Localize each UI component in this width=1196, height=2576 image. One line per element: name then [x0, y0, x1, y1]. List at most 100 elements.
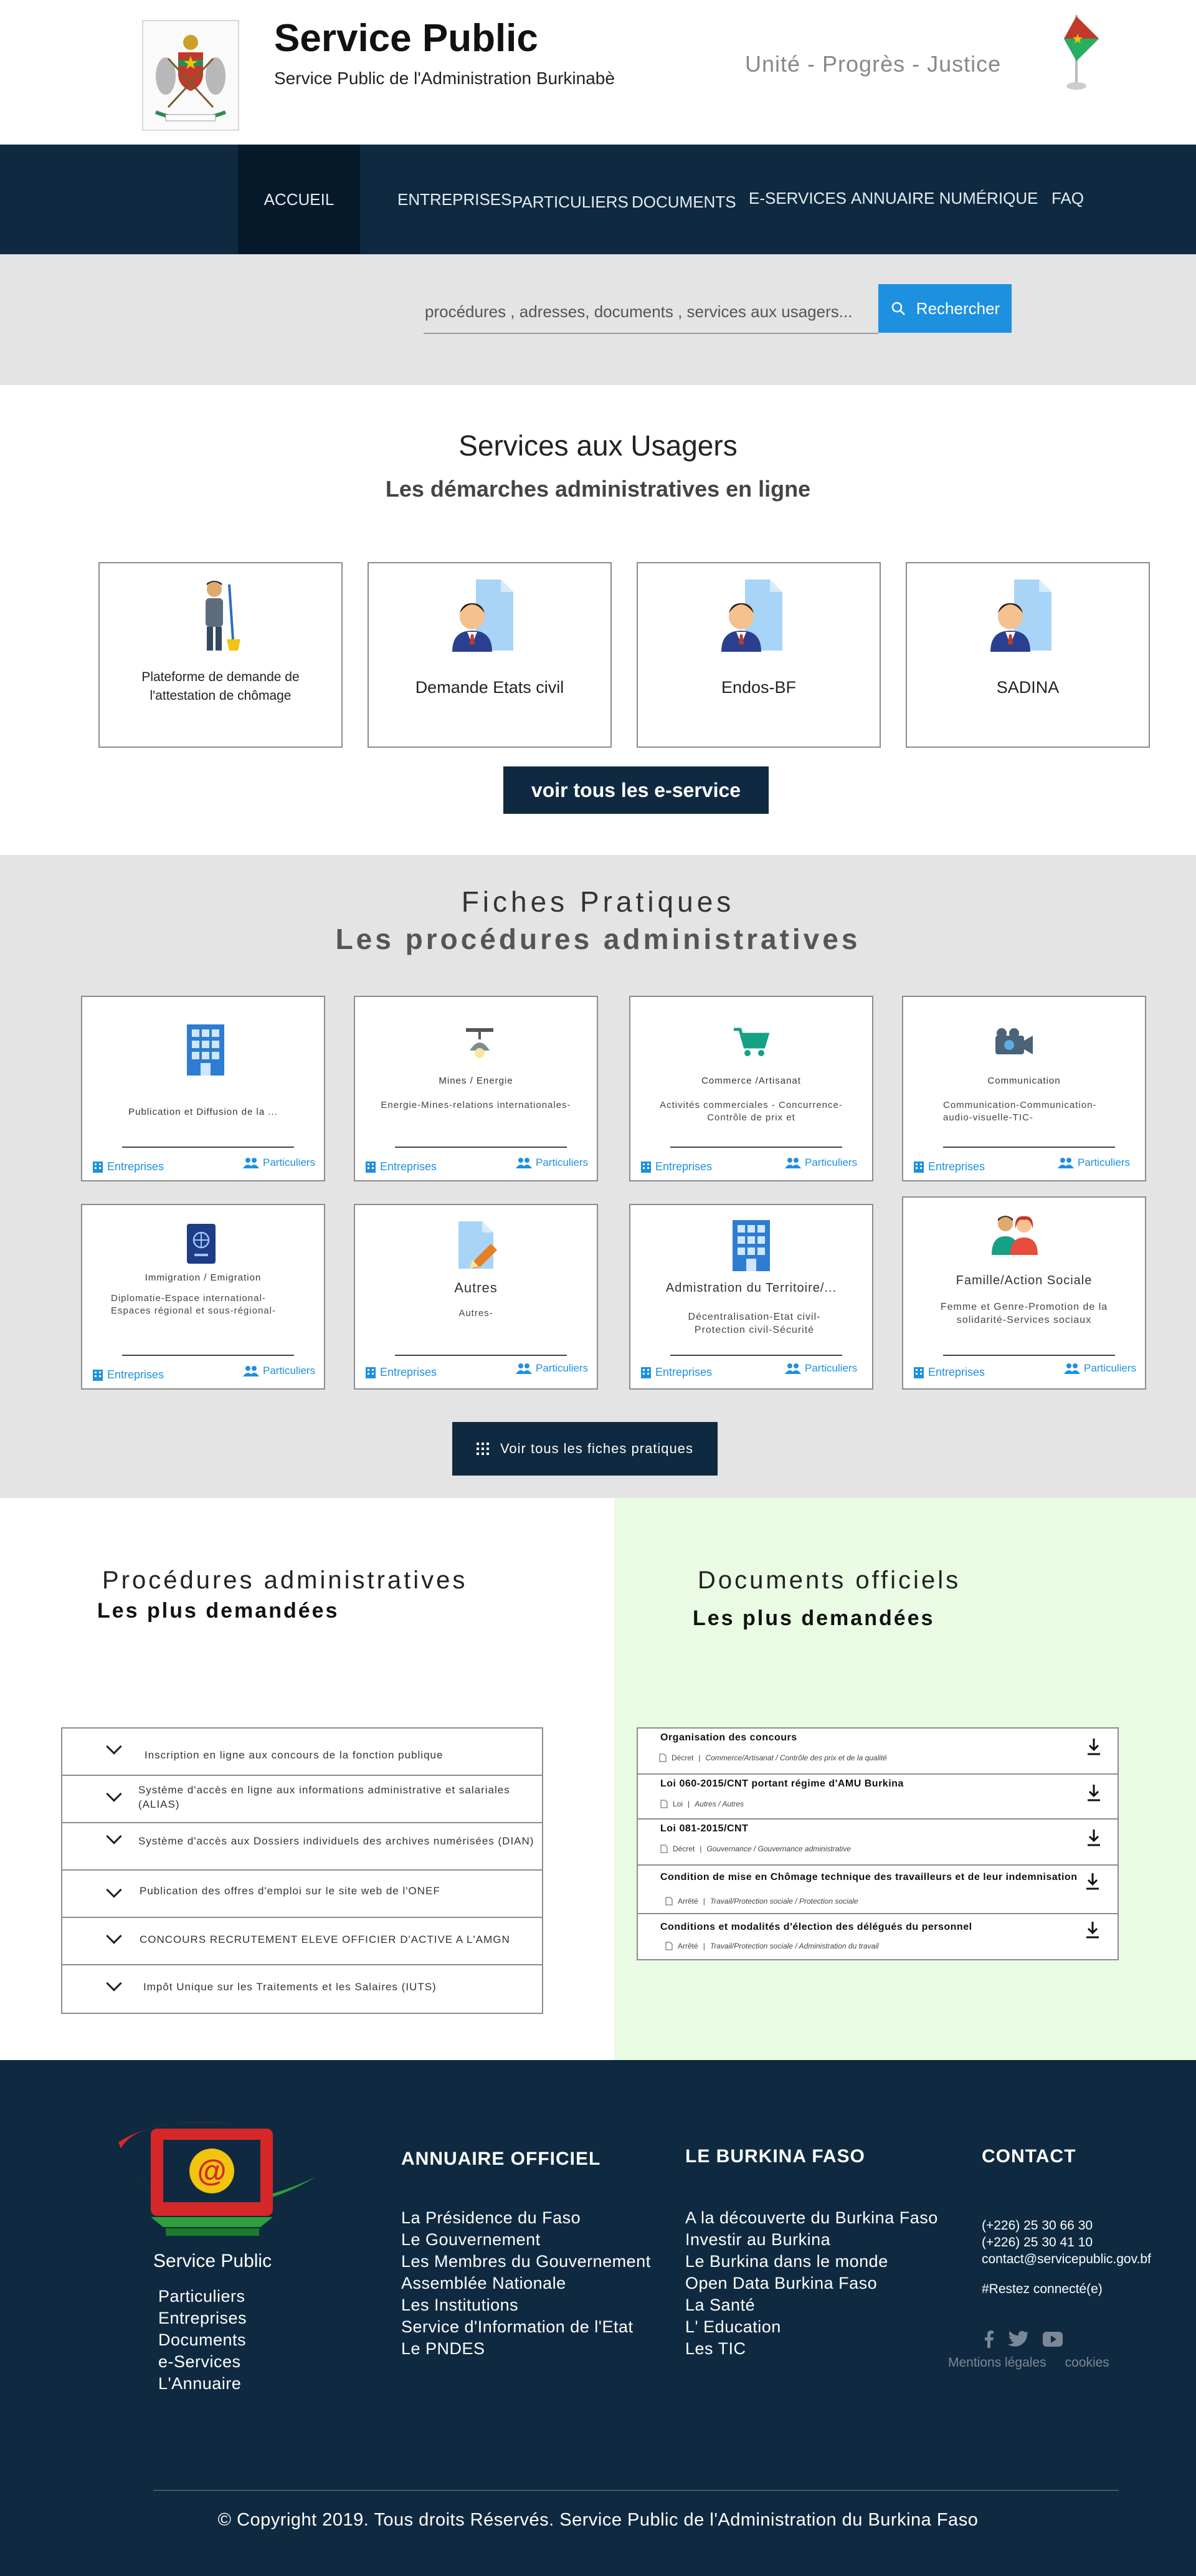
link-entreprises[interactable]: Entreprises: [92, 1160, 164, 1173]
search-button[interactable]: Rechercher: [878, 284, 1012, 333]
footer-link[interactable]: Entreprises: [158, 2307, 247, 2329]
document-item[interactable]: Organisation des concours Décret | Commerc…: [637, 1727, 1119, 1775]
footer-link[interactable]: Le PNDES: [401, 2338, 651, 2360]
users-icon: [1064, 1363, 1080, 1374]
nav-item-faq[interactable]: FAQ: [1051, 145, 1084, 254]
link-particuliers[interactable]: Particuliers: [1064, 1362, 1136, 1375]
footer-link[interactable]: Open Data Burkina Faso: [685, 2273, 938, 2294]
footer-link[interactable]: Les TIC: [685, 2338, 938, 2360]
fiches-title: Fiches Pratiques: [461, 885, 735, 918]
download-icon[interactable]: [1085, 1920, 1100, 1939]
footer-link[interactable]: Le Burkina dans le monde: [685, 2251, 938, 2273]
fiche-card-publication[interactable]: Publication et Diffusion de la ... Entre…: [81, 996, 325, 1181]
footer-link[interactable]: Assemblée Nationale: [401, 2273, 651, 2294]
footer-link[interactable]: Particuliers: [158, 2286, 247, 2307]
service-card-etats-civil[interactable]: Demande Etats civil: [368, 562, 612, 748]
footer-link[interactable]: L' Education: [685, 2316, 938, 2338]
document-type: Décret: [673, 1844, 695, 1853]
footer-link[interactable]: Les Institutions: [401, 2294, 651, 2316]
service-card-chomage[interactable]: Plateforme de demande de l'attestation d…: [98, 562, 343, 748]
building-icon: [187, 1024, 224, 1076]
document-title: Loi 060-2015/CNT portant régime d'AMU Bu…: [660, 1778, 904, 1789]
link-entreprises[interactable]: Entreprises: [913, 1366, 985, 1379]
procedure-item[interactable]: Publication des offres d'emploi sur le s…: [61, 1869, 543, 1918]
nav-item-accueil[interactable]: ACCUEIL: [238, 145, 360, 254]
footer-link[interactable]: Service d'Information de l'Etat: [401, 2316, 651, 2338]
download-icon[interactable]: [1085, 1872, 1100, 1891]
nav-item-e-services[interactable]: E-SERVICES: [749, 145, 847, 254]
link-particuliers[interactable]: Particuliers: [243, 1157, 315, 1169]
link-entreprises[interactable]: Entreprises: [365, 1160, 437, 1173]
download-icon[interactable]: [1086, 1783, 1101, 1802]
search-input[interactable]: [424, 290, 878, 334]
link-particuliers[interactable]: Particuliers: [516, 1157, 588, 1169]
procedure-item[interactable]: Inscription en ligne aux concours de la …: [61, 1727, 543, 1776]
building-icon: [733, 1220, 770, 1271]
chevron-down-icon: [106, 1975, 122, 1992]
nav-item-entreprises[interactable]: ENTREPRISES: [397, 145, 512, 254]
view-all-fiches-button[interactable]: Voir tous les fiches pratiques: [452, 1422, 718, 1476]
fiche-card-administration-territoire[interactable]: Admistration du Territoire/... Décentral…: [629, 1204, 873, 1390]
document-item[interactable]: Condition de mise en Chômage technique d…: [637, 1864, 1119, 1914]
link-entreprises[interactable]: Entreprises: [365, 1366, 437, 1379]
link-particuliers[interactable]: Particuliers: [243, 1365, 315, 1377]
fiche-card-famille[interactable]: Famille/Action Sociale Femme et Genre-Pr…: [902, 1196, 1146, 1390]
fiche-card-commerce[interactable]: Commerce /Artisanat Activités commercial…: [629, 996, 873, 1181]
procedure-item[interactable]: Système d'accès en ligne aux information…: [61, 1775, 543, 1823]
youtube-icon[interactable]: [1043, 2332, 1063, 2347]
fiche-card-autres[interactable]: Autres Autres- Entreprises Particuliers: [354, 1204, 598, 1390]
footer-link[interactable]: L'Annuaire: [158, 2373, 247, 2395]
procedure-item[interactable]: Système d'accès aux Dossiers individuels…: [61, 1822, 543, 1871]
link-entreprises[interactable]: Entreprises: [640, 1160, 712, 1173]
service-card-endos-bf[interactable]: Endos-BF: [637, 562, 881, 748]
document-item[interactable]: Conditions et modalités d'élection des d…: [637, 1913, 1119, 1960]
procedure-item[interactable]: Impôt Unique sur les Traitements et les …: [61, 1964, 543, 2014]
link-entreprises[interactable]: Entreprises: [640, 1366, 712, 1379]
link-entreprises[interactable]: Entreprises: [913, 1160, 985, 1173]
grid-icon: [476, 1443, 489, 1455]
nav-item-documents[interactable]: DOCUMENTS: [632, 145, 736, 254]
footer-link[interactable]: e-Services: [158, 2351, 247, 2373]
view-all-eservices-button[interactable]: voir tous les e-service: [503, 766, 769, 814]
download-icon[interactable]: [1086, 1828, 1101, 1847]
phone-1: (+226) 25 30 66 30: [982, 2218, 1093, 2233]
document-item[interactable]: Loi 060-2015/CNT portant régime d'AMU Bu…: [637, 1773, 1119, 1820]
fiche-card-communication[interactable]: Communication Communication-Communicatio…: [902, 996, 1146, 1181]
footer-link[interactable]: Les Membres du Gouvernement: [401, 2251, 651, 2273]
link-particuliers[interactable]: Particuliers: [1058, 1157, 1130, 1169]
cookies-link[interactable]: cookies: [1065, 2355, 1109, 2370]
link-particuliers[interactable]: Particuliers: [785, 1362, 857, 1375]
footer-link[interactable]: Documents: [158, 2329, 247, 2351]
button-label: Voir tous les fiches pratiques: [500, 1441, 694, 1456]
fiche-card-immigration[interactable]: Immigration / Emigration Diplomatie-Espa…: [81, 1204, 325, 1390]
chevron-down-icon: [106, 1928, 122, 1944]
coat-of-arms-logo[interactable]: [142, 20, 239, 131]
nav-item-annuaire-numerique[interactable]: ANNUAIRE NUMÉRIQUE: [851, 145, 1038, 254]
footer-link[interactable]: Investir au Burkina: [685, 2229, 938, 2251]
service-public-logo[interactable]: @: [116, 2117, 315, 2240]
document-title: Loi 081-2015/CNT: [660, 1823, 749, 1834]
link-particuliers[interactable]: Particuliers: [785, 1157, 857, 1169]
link-label: Particuliers: [263, 1365, 316, 1376]
link-entreprises[interactable]: Entreprises: [92, 1368, 164, 1381]
mentions-legales-link[interactable]: Mentions légales: [948, 2355, 1046, 2370]
contact-email[interactable]: contact@servicepublic.gov.bf: [982, 2251, 1151, 2268]
footer-link[interactable]: La Santé: [685, 2294, 938, 2316]
service-card-sadina[interactable]: SADINA: [906, 562, 1150, 748]
facebook-icon[interactable]: [984, 2330, 994, 2348]
contact-details: (+226) 25 30 66 30 (+226) 25 30 41 10 co…: [982, 2217, 1151, 2268]
procedure-label: Système d'accès en ligne aux information…: [138, 1784, 510, 1810]
fiche-description: Activités commerciales - Concurrence-Con…: [660, 1100, 843, 1123]
nav-item-particuliers[interactable]: PARTICULIERS: [512, 145, 629, 254]
footer-link[interactable]: A la découverte du Burkina Faso: [685, 2207, 938, 2229]
link-particuliers[interactable]: Particuliers: [516, 1362, 588, 1375]
procedure-item[interactable]: CONCOURS RECRUTEMENT ELEVE OFFICIER D'AC…: [61, 1917, 543, 1965]
twitter-icon[interactable]: [1008, 2330, 1029, 2348]
fiche-card-mines-energie[interactable]: Mines / Energie Energie-Mines-relations …: [354, 996, 598, 1181]
document-item[interactable]: Loi 081-2015/CNT Décret | Gouvernance / Go…: [637, 1818, 1119, 1866]
procedure-label: Publication des offres d'emploi sur le s…: [140, 1885, 440, 1897]
download-icon[interactable]: [1086, 1737, 1101, 1756]
document-meta: Décret | Gouvernance / Gouvernance adminis…: [660, 1844, 851, 1853]
footer-link[interactable]: La Présidence du Faso: [401, 2207, 651, 2229]
footer-link[interactable]: Le Gouvernement: [401, 2229, 651, 2251]
